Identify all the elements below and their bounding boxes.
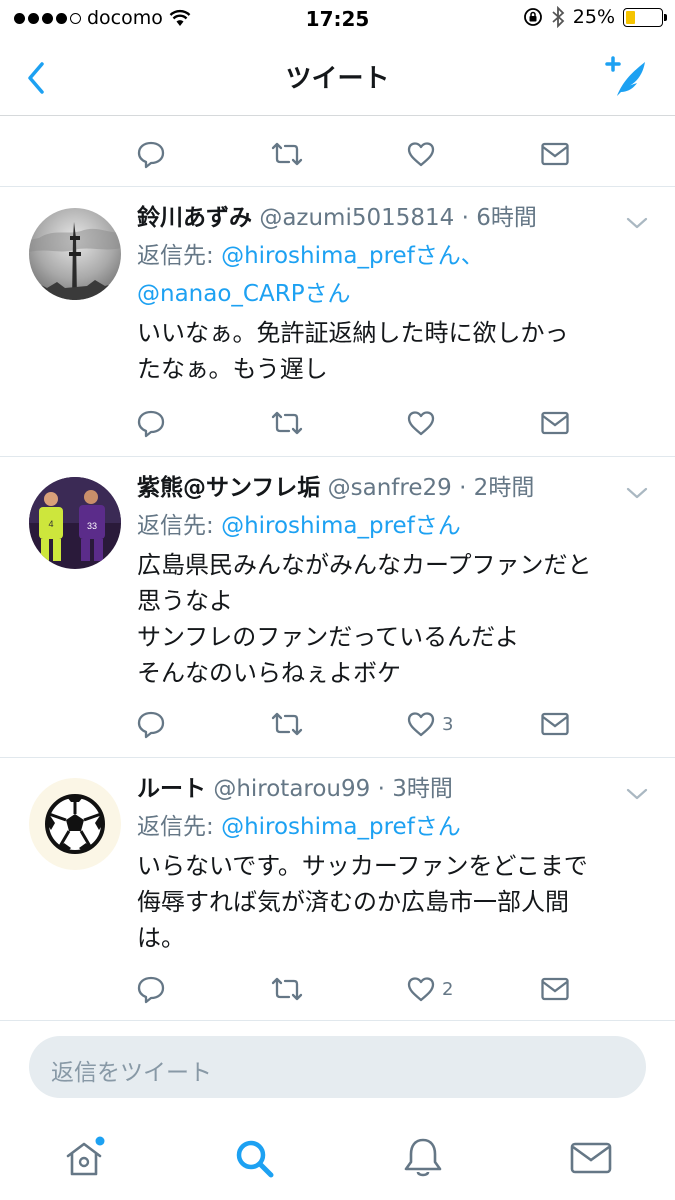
home-icon[interactable] [60, 1134, 108, 1182]
envelope-icon [541, 712, 569, 736]
tweet-text: いらないです。サッカーファンをどこまで 侮辱すれば気が済むのか広島市一部人間 は… [137, 852, 588, 952]
mention-link[interactable]: @nanao_CARPさん [137, 281, 351, 307]
battery-level [626, 10, 635, 24]
reply-prefix: 返信先: [137, 814, 222, 840]
reply-button[interactable] [136, 969, 166, 1009]
bluetooth-icon [552, 6, 565, 28]
like-count: 2 [442, 978, 454, 1000]
reply-icon [137, 410, 165, 438]
retweet-button[interactable] [270, 134, 304, 174]
tweet-actions [136, 403, 576, 443]
dm-button[interactable] [540, 134, 570, 174]
tweet-body: 紫熊@サンフレ垢 @sanfre29 · 2時間 返信先: @hiroshima… [137, 473, 637, 691]
avatar[interactable]: 4 33 [29, 477, 121, 569]
tweet-header: 紫熊@サンフレ垢 @sanfre29 · 2時間 [137, 473, 637, 503]
status-bar: docomo 17:25 25% [0, 0, 675, 38]
user-handle[interactable]: @hirotarou99 [213, 776, 370, 802]
tweet-actions: 3 [136, 704, 576, 744]
avatar[interactable] [29, 208, 121, 300]
chevron-down-icon[interactable] [625, 485, 649, 501]
orientation-lock-icon [523, 8, 542, 26]
like-button[interactable] [406, 134, 436, 174]
battery-percent: 25% [572, 6, 615, 28]
tweet-text: 広島県民みんながみんなカープファンだと 思うなよ サンフレのファンだっているんだ… [137, 551, 592, 687]
like-button[interactable]: 3 [406, 704, 453, 744]
reply-button[interactable] [136, 403, 166, 443]
messages-icon[interactable] [567, 1134, 615, 1182]
tweet-header: 鈴川あずみ @azumi5015814 · 6時間 [137, 203, 637, 233]
envelope-icon [541, 142, 569, 166]
dm-button[interactable] [540, 969, 570, 1009]
svg-text:33: 33 [87, 521, 97, 531]
retweet-icon [271, 142, 303, 166]
retweet-icon [271, 977, 303, 1001]
retweet-button[interactable] [270, 403, 304, 443]
reply-context: 返信先: @hiroshima_prefさん [137, 808, 637, 846]
tweet-time: · 3時間 [377, 776, 453, 802]
reply-context: 返信先: @hiroshima_prefさん [137, 507, 637, 545]
chevron-down-icon[interactable] [625, 786, 649, 802]
retweet-button[interactable] [270, 969, 304, 1009]
heart-icon [407, 411, 435, 436]
tweet-body: ルート @hirotarou99 · 3時間 返信先: @hiroshima_p… [137, 774, 637, 956]
tweet-text: いいなぁ。免許証返納した時に欲しかっ たなぁ。もう遅し [137, 319, 569, 383]
nav-bar: ツイート [0, 38, 675, 116]
heart-icon [407, 142, 435, 167]
tab-bar [0, 1120, 675, 1200]
heart-icon [407, 977, 435, 1002]
tweet-body: 鈴川あずみ @azumi5015814 · 6時間 返信先: @hiroshim… [137, 203, 637, 387]
tweet-time: · 6時間 [461, 205, 537, 231]
notifications-icon[interactable] [399, 1134, 447, 1182]
like-button[interactable] [406, 403, 442, 443]
mention-link[interactable]: @hiroshima_prefさん [221, 513, 461, 539]
display-name[interactable]: 紫熊@サンフレ垢 [137, 475, 320, 501]
reply-button[interactable] [136, 134, 166, 174]
reply-placeholder: 返信をツイート [51, 1060, 212, 1086]
compose-tweet-icon[interactable] [601, 52, 651, 102]
envelope-icon [541, 977, 569, 1001]
retweet-button[interactable] [270, 704, 304, 744]
tweet-header: ルート @hirotarou99 · 3時間 [137, 774, 637, 804]
reply-icon [137, 976, 165, 1004]
like-button[interactable]: 2 [406, 969, 453, 1009]
reply-button[interactable] [136, 704, 166, 744]
divider [0, 1020, 675, 1021]
user-handle[interactable]: @sanfre29 [328, 475, 452, 501]
user-handle[interactable]: @azumi5015814 [259, 205, 454, 231]
retweet-icon [271, 712, 303, 736]
avatar[interactable] [29, 778, 121, 870]
reply-icon [137, 141, 165, 169]
like-count: 3 [442, 713, 454, 735]
reply-icon [137, 711, 165, 739]
dm-button[interactable] [540, 403, 570, 443]
search-icon[interactable] [230, 1134, 278, 1182]
heart-icon [407, 712, 435, 737]
reply-prefix: 返信先: [137, 513, 222, 539]
display-name[interactable]: 鈴川あずみ [137, 205, 252, 231]
reply-context: 返信先: @hiroshima_prefさん、 [137, 237, 637, 275]
reply-prefix: 返信先: [137, 243, 222, 269]
battery-icon [623, 7, 667, 27]
reply-context-2: @nanao_CARPさん [137, 275, 637, 313]
status-right: 25% [523, 6, 667, 28]
svg-text:4: 4 [48, 519, 53, 529]
mention-link[interactable]: @hiroshima_prefさん、 [221, 243, 484, 269]
retweet-icon [271, 411, 303, 435]
tweet-time: · 2時間 [459, 475, 535, 501]
envelope-icon [541, 411, 569, 435]
dm-button[interactable] [540, 704, 570, 744]
page-title: ツイート [285, 64, 390, 94]
tweet-actions-top [136, 134, 576, 174]
chevron-down-icon[interactable] [625, 215, 649, 231]
mention-link[interactable]: @hiroshima_prefさん [221, 814, 461, 840]
tweet-actions: 2 [136, 969, 576, 1009]
reply-input[interactable]: 返信をツイート [29, 1036, 646, 1098]
display-name[interactable]: ルート [137, 776, 206, 802]
